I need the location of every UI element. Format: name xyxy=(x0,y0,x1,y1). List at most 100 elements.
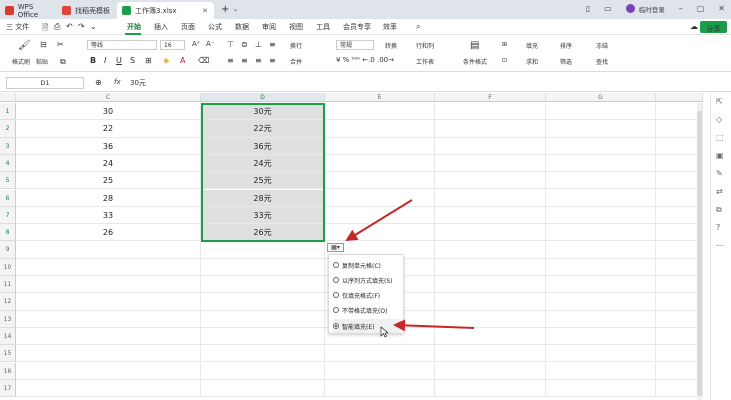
autofill-options-button[interactable]: ▦▾ xyxy=(327,243,344,252)
menu-review[interactable]: 审阅 xyxy=(262,22,276,32)
grid-cell[interactable] xyxy=(325,103,435,121)
autofill-option-format-only[interactable]: 仅填充格式(F) xyxy=(333,288,380,302)
grid-cell[interactable]: 22 xyxy=(16,120,201,138)
grid-cell[interactable] xyxy=(435,224,546,242)
format-painter-icon[interactable]: 🖌 xyxy=(18,40,31,51)
align-right-icon[interactable]: ≡ xyxy=(255,56,262,65)
grid-cell[interactable]: 28 xyxy=(16,189,201,207)
grid-cell[interactable] xyxy=(546,206,656,225)
cond-format-icon[interactable]: ▤ xyxy=(470,40,479,51)
grid-cell[interactable] xyxy=(546,241,656,259)
sign-icon[interactable]: ✎ xyxy=(716,169,723,178)
grid-cell[interactable] xyxy=(546,154,656,173)
grid-cell[interactable] xyxy=(325,154,435,173)
grid-cell[interactable] xyxy=(16,345,201,363)
grid-cell[interactable] xyxy=(435,189,546,207)
share-button[interactable]: 分享 xyxy=(700,21,727,33)
more-icon[interactable]: ⌄ xyxy=(90,22,97,31)
grid-cell[interactable] xyxy=(325,120,435,138)
grid-cell[interactable]: 25 xyxy=(16,172,201,190)
grid-cell[interactable] xyxy=(201,345,325,363)
shape-icon[interactable]: ◇ xyxy=(716,115,722,124)
row-header[interactable]: 2 xyxy=(0,120,16,138)
grid-cell[interactable] xyxy=(546,189,656,207)
grid-cell[interactable] xyxy=(546,379,656,398)
grid-cell[interactable] xyxy=(546,137,656,155)
scroll-thumb[interactable] xyxy=(697,111,702,396)
minimize-icon[interactable]: – xyxy=(679,4,683,14)
row-header[interactable]: 4 xyxy=(0,154,16,173)
col-header-h[interactable] xyxy=(656,93,703,102)
undo-icon[interactable]: ↶ xyxy=(66,22,73,31)
menu-member[interactable]: 会员专享 xyxy=(343,22,371,32)
grid-cell[interactable]: 36元 xyxy=(201,137,325,155)
grid-cell[interactable]: 30 xyxy=(16,103,201,121)
row-header[interactable]: 8 xyxy=(0,224,16,242)
grid-cell[interactable] xyxy=(546,327,656,346)
grid-cell[interactable] xyxy=(201,310,325,328)
close-tab-icon[interactable]: ✕ xyxy=(202,7,208,15)
cond-format-button[interactable]: 条件格式 xyxy=(463,57,487,66)
border-icon[interactable]: ⊞ xyxy=(145,56,152,65)
paste-button[interactable]: 粘贴 xyxy=(36,57,48,66)
grid-cell[interactable] xyxy=(435,293,546,311)
grid-cell[interactable] xyxy=(435,276,546,294)
font-color-icon[interactable]: A xyxy=(180,56,185,65)
autofill-option-smart[interactable]: 智能填充(E) xyxy=(333,319,401,333)
copy-panel-icon[interactable]: ⧉ xyxy=(716,205,722,215)
underline-icon[interactable]: U xyxy=(116,56,122,65)
grid-cell[interactable] xyxy=(656,189,703,207)
zoom-icon[interactable]: ⊕ xyxy=(95,78,102,87)
grid-cell[interactable] xyxy=(656,362,703,380)
sort-button[interactable]: 排序 xyxy=(560,41,572,50)
row-header[interactable]: 3 xyxy=(0,137,16,155)
currency-icon[interactable]: ¥ % ⁰⁰⁰ ←.0 .00→ xyxy=(336,56,394,64)
grid-cell[interactable] xyxy=(325,189,435,207)
freeze-button[interactable]: 冻结 xyxy=(596,41,608,50)
grid-cell[interactable]: 22元 xyxy=(201,120,325,138)
tab-workbook[interactable]: 工作簿3.xlsx ✕ xyxy=(117,2,214,19)
row-header[interactable]: 17 xyxy=(0,379,16,398)
menu-page[interactable]: 页面 xyxy=(181,22,195,32)
grid-cell[interactable] xyxy=(16,310,201,328)
grid-cell[interactable] xyxy=(435,310,546,328)
menu-efficiency[interactable]: 效率 xyxy=(383,22,397,32)
grid-cell[interactable] xyxy=(435,258,546,276)
name-box[interactable]: D1 xyxy=(6,77,84,89)
italic-icon[interactable]: I xyxy=(104,56,106,65)
grid-cell[interactable]: 30元 xyxy=(201,103,325,121)
grid-cell[interactable] xyxy=(201,276,325,294)
find-button[interactable]: 查找 xyxy=(596,57,608,66)
align-left-icon[interactable]: ≡ xyxy=(227,56,234,65)
convert-button[interactable]: 转换 xyxy=(385,41,397,50)
search-icon[interactable]: ⌕ xyxy=(416,22,420,32)
row-col-button[interactable]: 行和列 xyxy=(416,41,434,50)
row-header[interactable]: 14 xyxy=(0,327,16,346)
grid-cell[interactable] xyxy=(656,154,703,173)
tab-wps-office[interactable]: WPS Office xyxy=(0,2,55,19)
grid-cell[interactable] xyxy=(656,258,703,276)
grid-cell[interactable] xyxy=(656,379,703,398)
grid-cell[interactable] xyxy=(546,120,656,138)
indent-icon[interactable]: ≡ xyxy=(269,40,276,49)
font-shrink-icon[interactable]: A⁻ xyxy=(206,40,214,48)
grid-cell[interactable] xyxy=(16,362,201,380)
format-painter-button[interactable]: 格式刷 xyxy=(12,57,30,66)
chevron-down-icon[interactable]: ⌄ xyxy=(233,6,238,13)
grid-cell[interactable] xyxy=(546,258,656,276)
grid-cell[interactable] xyxy=(201,362,325,380)
justify-icon[interactable]: ≡ xyxy=(269,56,276,65)
property-icon[interactable]: ⬚ xyxy=(716,133,724,142)
row-header[interactable]: 10 xyxy=(0,258,16,276)
fx-icon[interactable]: fx xyxy=(114,78,121,86)
grid-cell[interactable] xyxy=(656,120,703,138)
cell-style-icon[interactable]: ⊡ xyxy=(502,57,507,64)
grid-cell[interactable] xyxy=(201,258,325,276)
layout-icon[interactable]: ▯ xyxy=(586,4,590,14)
menu-view[interactable]: 视图 xyxy=(289,22,303,32)
grid-cell[interactable] xyxy=(16,327,201,346)
grid-cell[interactable] xyxy=(201,379,325,398)
close-icon[interactable]: ✕ xyxy=(718,4,725,14)
vertical-scrollbar[interactable] xyxy=(697,103,702,400)
copy-icon[interactable]: ⧉ xyxy=(60,57,66,67)
